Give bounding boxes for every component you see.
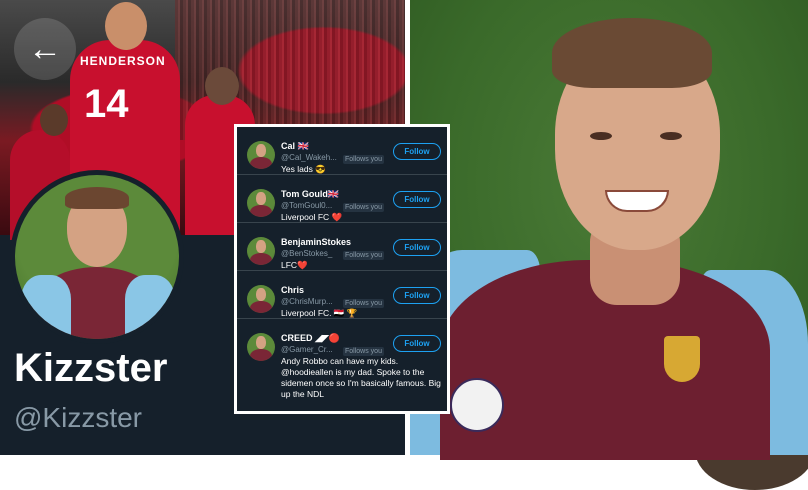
reply-handle: @TomGoul0... bbox=[281, 201, 333, 210]
avatar[interactable] bbox=[247, 333, 275, 361]
avatar-shirt bbox=[250, 301, 272, 313]
reply-text: Yes lads 😎 bbox=[281, 164, 326, 174]
reply-handle: @BenStokes_ bbox=[281, 249, 333, 258]
reply-name: BenjaminStokes bbox=[281, 237, 352, 247]
avatar[interactable] bbox=[247, 141, 275, 169]
profile-display-name: Kizzster bbox=[14, 346, 168, 390]
reply-text: Liverpool FC. 🇪🇬 🏆 bbox=[281, 308, 358, 318]
follows-you-badge: Follows you bbox=[343, 155, 384, 164]
reply-handle: @Gamer_Cr... bbox=[281, 345, 333, 354]
reply-text: LFC❤️ bbox=[281, 260, 308, 270]
list-item[interactable]: Cal 🇬🇧 @Cal_Wakeh... Follows you Yes lad… bbox=[237, 127, 447, 175]
reply-text: Liverpool FC ❤️ bbox=[281, 212, 343, 222]
reply-handle: @ChrisMurp... bbox=[281, 297, 333, 306]
club-crest-icon bbox=[664, 336, 700, 382]
avatar-shirt bbox=[250, 157, 272, 169]
avatar-face bbox=[256, 288, 266, 301]
avatar[interactable] bbox=[247, 237, 275, 265]
player-head bbox=[205, 67, 239, 105]
photo-eye bbox=[660, 132, 682, 140]
player-head bbox=[105, 2, 147, 50]
shirt-name: HENDERSON bbox=[80, 54, 166, 68]
photo-eye bbox=[590, 132, 612, 140]
avatar[interactable] bbox=[247, 189, 275, 217]
reply-name: CREED ◢◤🔴 bbox=[281, 333, 341, 343]
reply-name: Chris bbox=[281, 285, 305, 295]
avatar[interactable] bbox=[247, 285, 275, 313]
list-item[interactable]: CREED ◢◤🔴 @Gamer_Cr... Follows you Andy … bbox=[237, 319, 447, 411]
avatar-shirt bbox=[250, 205, 272, 217]
follow-button[interactable]: Follow bbox=[393, 143, 441, 160]
follow-button[interactable]: Follow bbox=[393, 335, 441, 352]
profile-handle: @Kizzster bbox=[14, 402, 142, 433]
player-head bbox=[40, 104, 68, 136]
shirt-number: 14 bbox=[84, 82, 129, 126]
reply-handle: @Cal_Wakeh... bbox=[281, 153, 337, 162]
list-item[interactable]: BenjaminStokes @BenStokes_ Follows you L… bbox=[237, 223, 447, 271]
follows-you-badge: Follows you bbox=[343, 347, 384, 356]
avatar-shirt bbox=[250, 253, 272, 265]
follows-you-badge: Follows you bbox=[343, 251, 384, 260]
avatar-hair bbox=[65, 187, 129, 209]
avatar-face bbox=[256, 144, 266, 157]
follows-you-badge: Follows you bbox=[343, 203, 384, 212]
list-item[interactable]: Chris @ChrisMurp... Follows you Liverpoo… bbox=[237, 271, 447, 319]
avatar-shirt bbox=[250, 349, 272, 361]
replies-popup: Cal 🇬🇧 @Cal_Wakeh... Follows you Yes lad… bbox=[234, 124, 450, 414]
follow-button[interactable]: Follow bbox=[393, 239, 441, 256]
profile-avatar[interactable] bbox=[10, 170, 184, 344]
reply-name: Tom Gould🇬🇧 bbox=[281, 189, 340, 199]
photo-hair bbox=[552, 18, 712, 88]
follow-button[interactable]: Follow bbox=[393, 287, 441, 304]
avatar-sleeve bbox=[21, 275, 71, 335]
league-badge-icon bbox=[450, 378, 504, 432]
follows-you-badge: Follows you bbox=[343, 299, 384, 308]
reply-text: Andy Robbo can have my kids. @hoodiealle… bbox=[281, 356, 441, 399]
avatar-image bbox=[15, 175, 179, 339]
avatar-face bbox=[256, 240, 266, 253]
avatar-face bbox=[256, 336, 266, 349]
replies-list: Cal 🇬🇧 @Cal_Wakeh... Follows you Yes lad… bbox=[237, 127, 447, 411]
avatar-sleeve bbox=[125, 275, 175, 335]
list-item[interactable]: Tom Gould🇬🇧 @TomGoul0... Follows you Liv… bbox=[237, 175, 447, 223]
back-button[interactable]: ← bbox=[14, 18, 76, 80]
reply-name: Cal 🇬🇧 bbox=[281, 141, 309, 151]
follow-button[interactable]: Follow bbox=[393, 191, 441, 208]
arrow-left-icon: ← bbox=[28, 29, 62, 68]
avatar-face bbox=[256, 192, 266, 205]
